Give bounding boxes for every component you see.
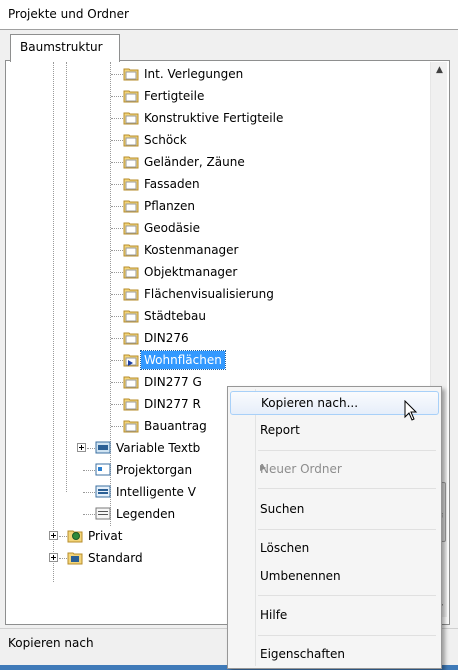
folder-icon (123, 68, 139, 81)
tree-item-label: Bauantrag (144, 419, 207, 433)
menu-item-loeschen[interactable]: Löschen (230, 537, 439, 561)
tree-item-label: Flächenvisualisierung (144, 287, 274, 301)
folder-icon (123, 310, 139, 323)
tree-item[interactable]: DIN276 (11, 328, 442, 348)
tree-item[interactable]: Geländer, Zäune (11, 152, 442, 172)
menu-separator (258, 635, 436, 636)
tree-item-label: Städtebau (144, 309, 206, 323)
menu-item-label: Suchen (260, 502, 305, 516)
tab-baumstruktur[interactable]: Baumstruktur (10, 34, 120, 62)
menu-item-umbenennen[interactable]: Umbenennen (230, 565, 439, 589)
window-title: Projekte und Ordner (8, 7, 129, 21)
folder-icon (123, 288, 139, 301)
folder-icon (123, 200, 139, 213)
tree-item-label: Geodäsie (144, 221, 200, 235)
folder-icon (123, 332, 139, 345)
tree-item[interactable]: Schöck (11, 130, 442, 150)
menu-separator (258, 529, 436, 530)
text-folder-icon (95, 441, 111, 454)
folder-icon (123, 156, 139, 169)
tree-item-label: DIN277 G (144, 375, 202, 389)
tree-item[interactable]: Int. Verlegungen (11, 64, 442, 84)
chevron-right-icon: ▶ (260, 463, 267, 472)
tree-item[interactable]: Flächenvisualisierung (11, 284, 442, 304)
tree-item-label: Objektmanager (144, 265, 238, 279)
menu-separator (258, 450, 436, 451)
menu-item-label: Kopieren nach... (261, 396, 359, 410)
smart-label-icon (95, 485, 111, 498)
tree-item[interactable]: Fertigteile (11, 86, 442, 106)
tree-item[interactable]: Geodäsie (11, 218, 442, 238)
tree-item[interactable]: Konstruktive Fertigteile (11, 108, 442, 128)
menu-item-report[interactable]: Report (230, 419, 439, 443)
tree-item-label: Variable Textb (116, 441, 201, 455)
tree-item[interactable]: Städtebau (11, 306, 442, 326)
tree-item-label: Konstruktive Fertigteile (144, 111, 284, 125)
folder-icon (123, 376, 139, 389)
folder-icon (123, 134, 139, 147)
tree-item-label: Fassaden (144, 177, 200, 191)
tree-item-label: Geländer, Zäune (144, 155, 245, 169)
menu-item-eigenschaften[interactable]: Eigenschaften (230, 643, 439, 667)
folder-icon (123, 266, 139, 279)
folder-icon (123, 244, 139, 257)
menu-item-label: Umbenennen (260, 569, 341, 583)
folder-icon (123, 90, 139, 103)
tree-item-label: Projektorgan (116, 463, 193, 477)
tree-item-label: Privat (88, 529, 123, 543)
menu-item-label: Hilfe (260, 608, 288, 622)
folder-icon (123, 222, 139, 235)
menu-item-label: Eigenschaften (260, 647, 346, 661)
menu-item-neuer-ordner[interactable]: Neuer Ordner ▶ (230, 458, 439, 482)
expand-plus-icon[interactable] (77, 443, 86, 452)
status-text: Kopieren nach (8, 636, 94, 650)
tree-item-label: Pflanzen (144, 199, 196, 213)
folder-icon (123, 112, 139, 125)
tab-label: Baumstruktur (20, 40, 103, 54)
tree-item-label: Intelligente V (116, 485, 196, 499)
expand-plus-icon[interactable] (49, 553, 58, 562)
tree-item-label: Wohnflächen (140, 350, 226, 370)
menu-item-label: Report (260, 423, 300, 437)
legend-icon (95, 507, 111, 520)
private-folder-icon (67, 530, 83, 543)
menu-separator (258, 595, 436, 596)
folder-icon (123, 354, 139, 367)
folder-icon (123, 398, 139, 411)
tree-item[interactable]: Kostenmanager (11, 240, 442, 260)
tree-item[interactable]: Pflanzen (11, 196, 442, 216)
expand-plus-icon[interactable] (49, 531, 58, 540)
window-title-bar: Projekte und Ordner (0, 0, 458, 30)
tree-item-label: DIN277 R (144, 397, 201, 411)
menu-item-hilfe[interactable]: Hilfe (230, 604, 439, 628)
standard-folder-icon (67, 552, 83, 565)
tree-item-selected[interactable]: Wohnflächen (11, 350, 442, 370)
tree-item-label: Standard (88, 551, 143, 565)
tree-item[interactable]: Objektmanager (11, 262, 442, 282)
tree-item[interactable]: Fassaden (11, 174, 442, 194)
tree-item-label: DIN276 (144, 331, 189, 345)
menu-separator (258, 488, 436, 489)
mouse-pointer-icon (404, 400, 418, 421)
organizer-icon (95, 463, 111, 476)
tree-item-label: Legenden (116, 507, 176, 521)
context-menu: Kopieren nach... Report Neuer Ordner ▶ S… (227, 386, 442, 669)
folder-icon (123, 420, 139, 433)
tree-item-label: Schöck (144, 133, 187, 147)
tree-item-label: Fertigteile (144, 89, 205, 103)
tree-item-label: Kostenmanager (144, 243, 239, 257)
tree-item-label: Int. Verlegungen (144, 67, 244, 81)
menu-item-suchen[interactable]: Suchen (230, 498, 439, 522)
menu-item-label: Löschen (260, 541, 310, 555)
scroll-up-icon[interactable]: ▲ (431, 62, 448, 79)
folder-icon (123, 178, 139, 191)
